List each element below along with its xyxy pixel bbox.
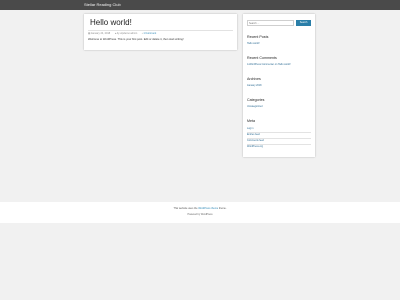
footer-credits-prefix: This website uses the — [173, 207, 198, 210]
search-input[interactable] — [247, 20, 294, 26]
site-footer: This website uses the WordPress theme th… — [0, 202, 400, 223]
recent-post-link[interactable]: Hello world! — [247, 42, 260, 46]
post-date[interactable]: ▦January 24, 2018 — [88, 32, 112, 36]
post-meta: ▦January 24, 2018 ●by wpdemo admin ▪1 Co… — [88, 32, 234, 36]
footer-credits: This website uses the WordPress theme th… — [0, 207, 400, 211]
meta-link-login[interactable]: Log in — [247, 127, 254, 131]
category-link[interactable]: Uncategorized — [247, 105, 262, 109]
footer-credits-suffix: theme. — [218, 207, 227, 210]
archive-link[interactable]: January 2018 — [247, 84, 262, 88]
post-date-text: January 24, 2018 — [90, 32, 111, 35]
categories-title: Categories — [247, 98, 265, 102]
footer-theme-link[interactable]: WordPress theme — [198, 207, 218, 210]
meta-link-entries-feed[interactable]: Entries feed — [247, 133, 260, 137]
post-card: Hello world! ▦January 24, 2018 ●by wpdem… — [84, 14, 237, 50]
post-divider — [88, 30, 233, 31]
footer-powered-by[interactable]: Powered by WordPress — [0, 213, 400, 217]
top-bar: Stellar Reading Club — [0, 0, 400, 10]
post-author-text: by wpdemo admin — [116, 32, 138, 35]
meta-link-comments-feed[interactable]: Comments feed — [247, 139, 264, 143]
recent-posts-title: Recent Posts — [247, 35, 269, 39]
post-author[interactable]: ●by wpdemo admin — [115, 32, 139, 36]
post-comments-link[interactable]: 1 Comment — [143, 32, 156, 35]
archives-title: Archives — [247, 77, 261, 81]
post-comments[interactable]: ▪1 Comment — [142, 32, 156, 36]
recent-comment-link[interactable]: A WordPress Commenter on Hello world! — [247, 63, 291, 67]
site-title[interactable]: Stellar Reading Club — [84, 2, 121, 7]
sidebar: Search Recent Posts Hello world! Recent … — [243, 14, 315, 157]
recent-comments-title: Recent Comments — [247, 56, 277, 60]
meta-title: Meta — [247, 119, 255, 123]
search-button[interactable]: Search — [296, 20, 311, 26]
post-title[interactable]: Hello world! — [90, 18, 132, 28]
meta-link-wordpress-org[interactable]: WordPress.org — [247, 145, 263, 149]
post-excerpt: Welcome to WordPress. This is your first… — [88, 38, 184, 41]
